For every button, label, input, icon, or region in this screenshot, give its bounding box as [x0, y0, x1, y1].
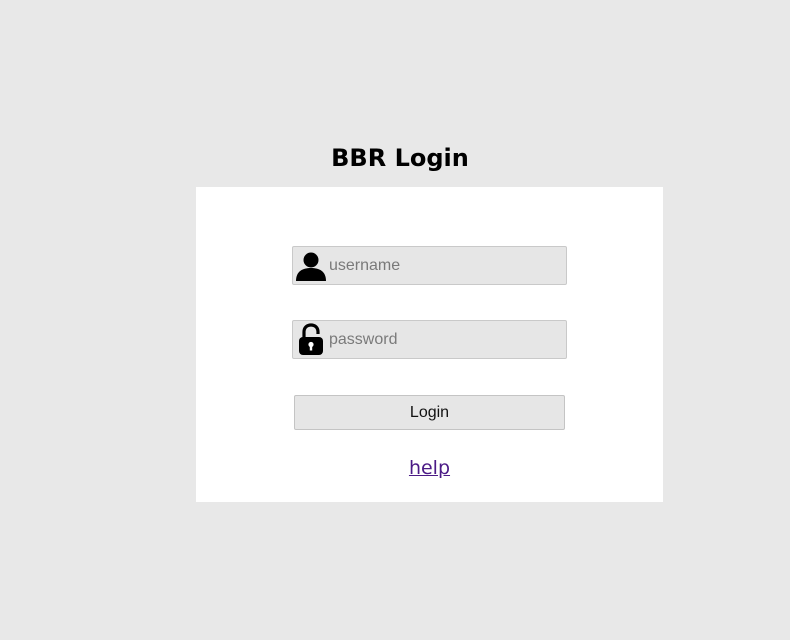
user-icon [296, 252, 326, 281]
password-field[interactable] [292, 320, 567, 359]
login-button[interactable]: Login [294, 395, 565, 430]
password-input[interactable] [329, 321, 561, 358]
username-input[interactable] [329, 247, 561, 284]
lock-icon [299, 323, 323, 355]
help-link[interactable]: help [196, 455, 663, 481]
page-title: BBR Login [331, 144, 469, 172]
username-field[interactable] [292, 246, 567, 285]
login-panel: Login help [196, 187, 663, 502]
